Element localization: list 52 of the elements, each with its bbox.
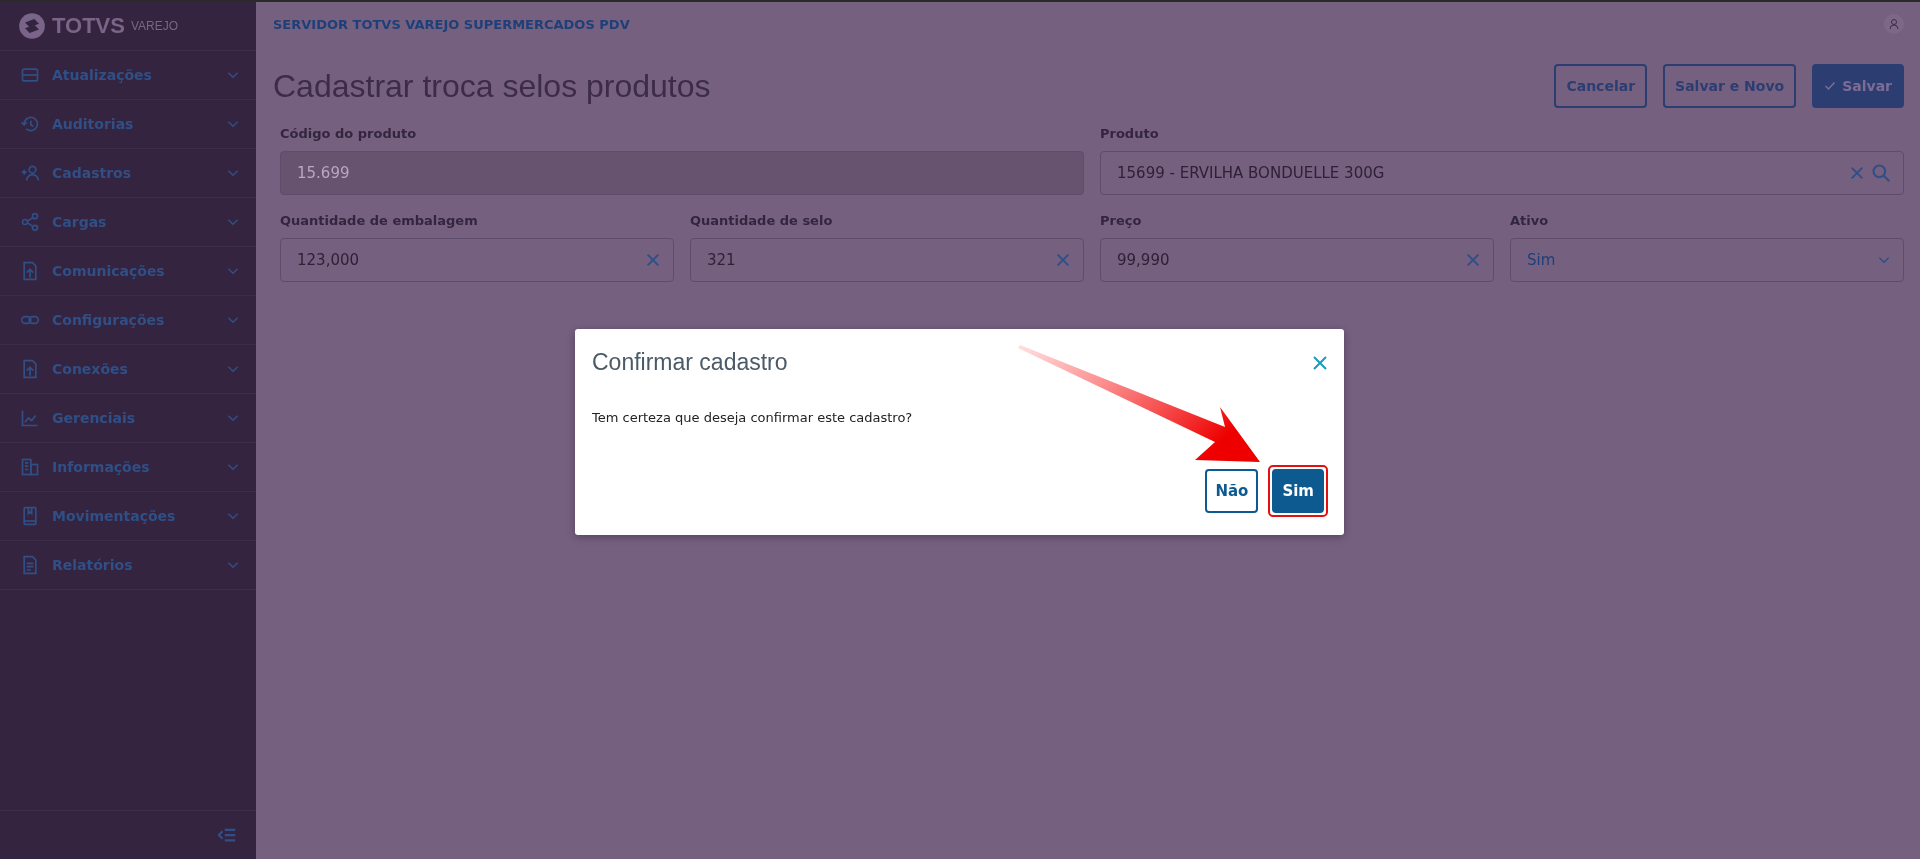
clear-icon[interactable] [645, 252, 661, 268]
menu-item-icon [20, 457, 40, 477]
logo-icon [18, 12, 46, 40]
action-button[interactable]: Salvar e Novo [1663, 64, 1797, 108]
select-field[interactable]: Sim [1510, 238, 1904, 282]
input-field[interactable]: 123,000 [280, 238, 674, 282]
field-label: Preço [1100, 213, 1143, 228]
input-field[interactable]: 321 [690, 238, 1084, 282]
menu-item[interactable]: Configurações [0, 296, 256, 345]
menu-item-icon [20, 261, 40, 281]
dialog-message: Tem certeza que deseja confirmar este cadastro? [592, 410, 914, 425]
collapse-menu-icon[interactable] [218, 827, 236, 843]
menu-item[interactable]: Comunicações [0, 247, 256, 296]
menu-item[interactable]: Auditorias [0, 100, 256, 149]
field-label: Quantidade de selo [690, 213, 834, 228]
menu-item-icon [20, 163, 40, 183]
action-button[interactable]: Cancelar [1554, 64, 1648, 108]
menu-item[interactable]: Relatórios [0, 541, 256, 590]
field-label: Quantidade de embalagem [280, 213, 479, 228]
field-label: Produto [1100, 126, 1160, 141]
menu-item[interactable]: Movimentações [0, 492, 256, 541]
menu-item[interactable]: Cadastros [0, 149, 256, 198]
menu-item[interactable]: Informações [0, 443, 256, 492]
menu-item-icon [20, 212, 40, 232]
menu-item[interactable]: Conexões [0, 345, 256, 394]
menu-item[interactable]: Atualizações [0, 51, 256, 100]
action-button[interactable]: Salvar [1812, 64, 1904, 108]
menu-item[interactable]: Cargas [0, 198, 256, 247]
clear-icon[interactable] [1849, 165, 1865, 181]
input-field[interactable]: 99,990 [1100, 238, 1494, 282]
dialog-button[interactable]: Sim [1272, 469, 1324, 513]
clear-icon[interactable] [1055, 252, 1071, 268]
product-name: VAREJO [130, 19, 179, 33]
menu-item[interactable]: Gerenciais [0, 394, 256, 443]
menu-item-icon [20, 65, 40, 85]
input-field[interactable]: 15699 - ERVILHA BONDUELLE 300G [1100, 151, 1904, 195]
menu-item-icon [20, 114, 40, 134]
menu-item-icon [20, 408, 40, 428]
menu-item-icon [20, 555, 40, 575]
dialog-button[interactable]: Não [1205, 469, 1259, 513]
check-icon [1824, 80, 1837, 92]
clear-icon[interactable] [1465, 252, 1481, 268]
dialog-title: Confirmar cadastro [592, 349, 788, 376]
field-label: Código do produto [280, 126, 418, 141]
field-label: Ativo [1510, 213, 1550, 228]
close-icon[interactable] [1312, 354, 1328, 371]
page-title: Cadastrar troca selos produtos [273, 67, 711, 105]
search-icon[interactable] [1871, 163, 1891, 183]
menu-item-icon [20, 506, 40, 526]
brand-name: TOTVS [52, 13, 125, 39]
menu-item-icon [20, 359, 40, 379]
header-title: SERVIDOR TOTVS VAREJO SUPERMERCADOS PDV [273, 16, 630, 32]
